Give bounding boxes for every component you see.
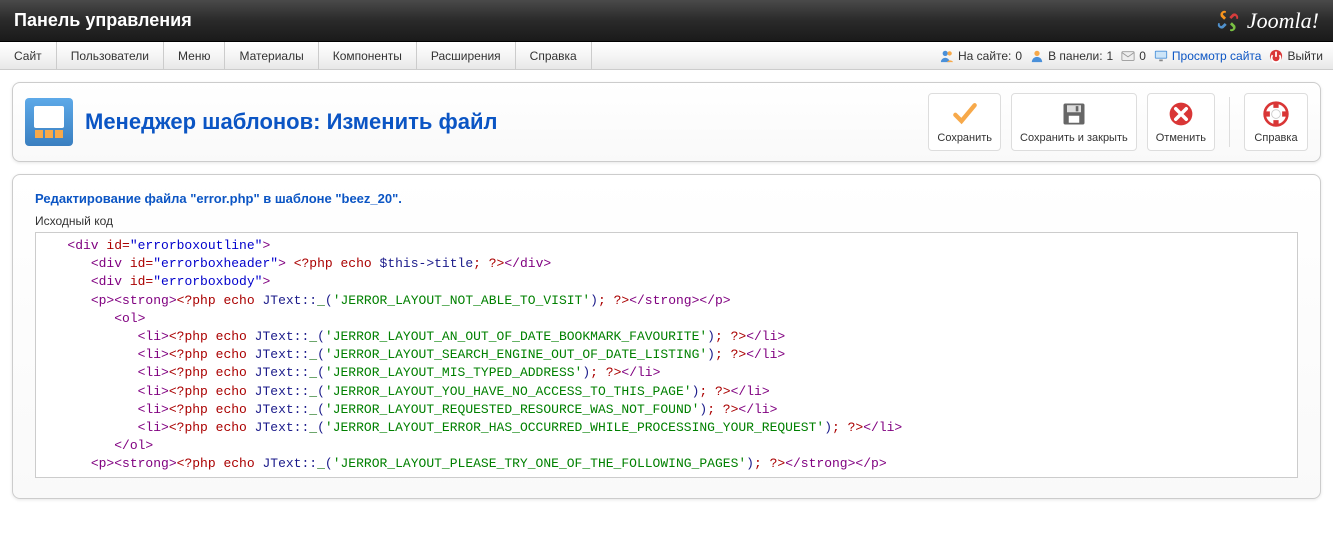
- menu-item-3[interactable]: Материалы: [225, 42, 318, 69]
- header-title: Панель управления: [14, 10, 192, 31]
- editor-panel: Редактирование файла "error.php" в шабло…: [12, 174, 1321, 499]
- menu-item-2[interactable]: Меню: [164, 42, 225, 69]
- help-label: Справка: [1254, 132, 1297, 144]
- title-panel: Менеджер шаблонов: Изменить файл Сохрани…: [12, 82, 1321, 162]
- in-panel-label: В панели:: [1048, 49, 1102, 63]
- lifebuoy-icon: [1262, 100, 1290, 128]
- floppy-icon: [1060, 100, 1088, 128]
- template-manager-icon: [25, 98, 73, 146]
- toolbar-separator: [1229, 97, 1230, 147]
- logout-icon: [1269, 49, 1283, 63]
- monitor-icon: [1154, 49, 1168, 63]
- menu-item-5[interactable]: Расширения: [417, 42, 516, 69]
- save-label: Сохранить: [937, 132, 992, 144]
- status-messages[interactable]: 0: [1121, 49, 1146, 63]
- cancel-label: Отменить: [1156, 132, 1206, 144]
- users-icon: [940, 49, 954, 63]
- menu-item-1[interactable]: Пользователи: [57, 42, 164, 69]
- status-admins: В панели: 1: [1030, 49, 1113, 63]
- page-title: Менеджер шаблонов: Изменить файл: [85, 109, 498, 135]
- joomla-icon: [1215, 8, 1241, 34]
- cancel-icon: [1167, 100, 1195, 128]
- editor-title: Редактирование файла "error.php" в шабло…: [25, 185, 1308, 214]
- user-icon: [1030, 49, 1044, 63]
- preview-site-link[interactable]: Просмотр сайта: [1154, 49, 1262, 63]
- source-code-label: Исходный код: [25, 214, 1308, 232]
- check-icon: [951, 100, 979, 128]
- menu-item-4[interactable]: Компоненты: [319, 42, 417, 69]
- source-code-textarea[interactable]: <div id="errorboxoutline"> <div id="erro…: [35, 232, 1298, 478]
- app-header: Панель управления Joomla!: [0, 0, 1333, 42]
- mail-icon: [1121, 49, 1135, 63]
- save-close-button[interactable]: Сохранить и закрыть: [1011, 93, 1137, 151]
- logout-label: Выйти: [1287, 49, 1323, 63]
- brand-logo: Joomla!: [1215, 8, 1319, 34]
- in-panel-count: 1: [1107, 49, 1114, 63]
- brand-text: Joomla!: [1247, 8, 1319, 34]
- on-site-count: 0: [1015, 49, 1022, 63]
- help-button[interactable]: Справка: [1244, 93, 1308, 151]
- save-button[interactable]: Сохранить: [928, 93, 1001, 151]
- save-close-label: Сохранить и закрыть: [1020, 132, 1128, 144]
- preview-label: Просмотр сайта: [1172, 49, 1262, 63]
- content-area: Менеджер шаблонов: Изменить файл Сохрани…: [0, 70, 1333, 511]
- on-site-label: На сайте:: [958, 49, 1011, 63]
- toolbar: Сохранить Сохранить и закрыть Отменить: [928, 93, 1308, 151]
- menubar: СайтПользователиМенюМатериалыКомпонентыР…: [0, 42, 1333, 70]
- logout-link[interactable]: Выйти: [1269, 49, 1323, 63]
- cancel-button[interactable]: Отменить: [1147, 93, 1215, 151]
- menu-item-6[interactable]: Справка: [516, 42, 592, 69]
- msg-count: 0: [1139, 49, 1146, 63]
- status-visitors: На сайте: 0: [940, 49, 1022, 63]
- main-menu: СайтПользователиМенюМатериалыКомпонентыР…: [0, 42, 592, 69]
- menu-item-0[interactable]: Сайт: [0, 42, 57, 69]
- status-bar: На сайте: 0 В панели: 1 0 Просмотр сайта: [940, 42, 1333, 69]
